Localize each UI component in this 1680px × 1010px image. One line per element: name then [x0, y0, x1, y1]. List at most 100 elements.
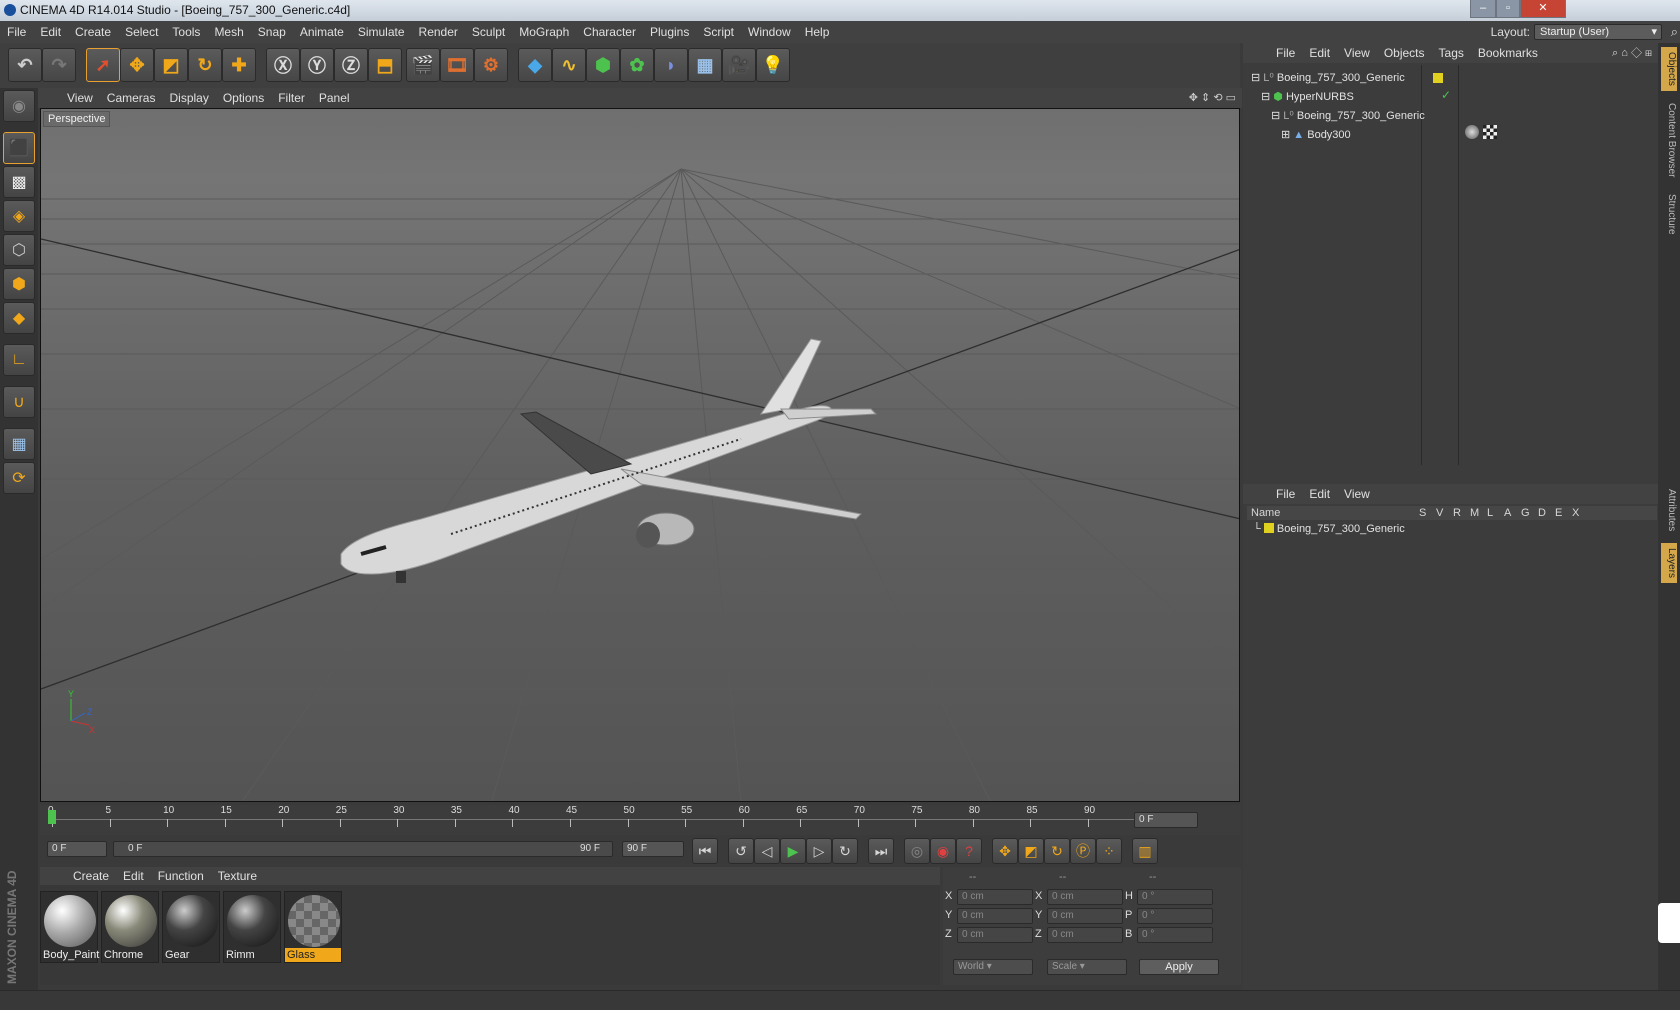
layer-column-header[interactable]: X [1572, 506, 1579, 520]
z-axis-lock-icon[interactable]: Ⓩ [334, 48, 368, 82]
material-gear[interactable]: Gear [162, 891, 220, 963]
material-body-paint[interactable]: Body_Paint [40, 891, 99, 963]
key-scale-icon[interactable]: ◩ [1018, 838, 1044, 864]
move-icon[interactable]: ✥ [120, 48, 154, 82]
material-menu-function[interactable]: Function [151, 867, 211, 885]
menu-simulate[interactable]: Simulate [351, 21, 412, 43]
go-to-end-icon[interactable]: ⏭ [868, 838, 894, 864]
key-pla-icon[interactable]: ⁘ [1096, 838, 1122, 864]
objects-menu-edit[interactable]: Edit [1302, 43, 1337, 63]
layer-color-swatch[interactable] [1433, 73, 1443, 83]
tab-structure[interactable]: Structure [1661, 189, 1677, 239]
objects-menu-tags[interactable]: Tags [1432, 43, 1471, 63]
coord-value-field[interactable]: 0 cm [1047, 908, 1123, 924]
playhead-marker[interactable] [48, 810, 56, 824]
menu-window[interactable]: Window [741, 21, 798, 43]
layer-column-header[interactable]: E [1555, 506, 1562, 520]
menu-character[interactable]: Character [576, 21, 643, 43]
layer-column-header[interactable]: R [1453, 506, 1461, 520]
object-manager-nav-icons[interactable]: ⌕ ⌂ ◇ ⊞ [1612, 43, 1652, 63]
coord-value-field[interactable]: 0 ° [1137, 927, 1213, 943]
workplane-mode-icon[interactable]: ◈ [3, 200, 35, 232]
next-key-icon[interactable]: ↻ [832, 838, 858, 864]
record-keys-icon[interactable]: ◎ [904, 838, 930, 864]
preview-range-slider[interactable]: 0 F 90 F [113, 841, 613, 857]
light-icon[interactable]: 💡 [756, 48, 790, 82]
texture-mode-icon[interactable]: ▩ [3, 166, 35, 198]
material-glass[interactable]: Glass [284, 891, 342, 963]
live-selection-icon[interactable]: ➚ [86, 48, 120, 82]
spline-pen-icon[interactable]: ∿ [552, 48, 586, 82]
tab-objects[interactable]: Objects [1661, 47, 1677, 91]
render-view-icon[interactable]: 🎬 [406, 48, 440, 82]
locked-workplane-icon[interactable]: ⟳ [3, 462, 35, 494]
tree-item-boeing-root[interactable]: ⊟ L⁰ Boeing_757_300_Generic [1251, 69, 1405, 87]
menu-file[interactable]: File [0, 21, 33, 43]
perspective-viewport[interactable]: Y X Z Perspective [40, 108, 1240, 802]
viewport-menu-options[interactable]: Options [216, 88, 271, 108]
array-icon[interactable]: ✿ [620, 48, 654, 82]
search-icon[interactable]: ⌕ [1671, 21, 1678, 43]
key-position-icon[interactable]: ✥ [992, 838, 1018, 864]
viewport-menu-filter[interactable]: Filter [271, 88, 312, 108]
rotate-icon[interactable]: ↻ [188, 48, 222, 82]
cube-icon[interactable]: ◆ [518, 48, 552, 82]
x-axis-lock-icon[interactable]: Ⓧ [266, 48, 300, 82]
layer-column-header[interactable]: L [1487, 506, 1493, 520]
objects-menu-bookmarks[interactable]: Bookmarks [1471, 43, 1545, 63]
y-axis-lock-icon[interactable]: Ⓨ [300, 48, 334, 82]
material-menu-create[interactable]: Create [66, 867, 116, 885]
coordinate-system-dropdown[interactable]: World ▾ [953, 959, 1033, 975]
timeline-window-icon[interactable]: ▥ [1132, 838, 1158, 864]
next-frame-icon[interactable]: ▷ [806, 838, 832, 864]
viewport-nav-icons[interactable]: ✥ ⇕ ⟲ ▭ [1189, 88, 1236, 108]
menu-help[interactable]: Help [798, 21, 837, 43]
render-settings-icon[interactable]: ⚙ [474, 48, 508, 82]
menu-plugins[interactable]: Plugins [643, 21, 696, 43]
close-button[interactable]: ✕ [1520, 0, 1566, 18]
size-mode-dropdown[interactable]: Scale ▾ [1047, 959, 1127, 975]
enabled-check-icon[interactable]: ✓ [1441, 88, 1451, 102]
key-parameter-icon[interactable]: Ⓟ [1070, 838, 1096, 864]
redo-icon[interactable]: ↷ [42, 48, 76, 82]
menu-edit[interactable]: Edit [33, 21, 68, 43]
floor-icon[interactable]: ▦ [688, 48, 722, 82]
model-mode-icon[interactable]: ⬛ [3, 132, 35, 164]
texture-tag-icon[interactable] [1483, 125, 1497, 139]
layer-column-header[interactable]: S [1419, 506, 1426, 520]
menu-mesh[interactable]: Mesh [207, 21, 250, 43]
menu-select[interactable]: Select [118, 21, 165, 43]
material-tag-icon[interactable] [1465, 125, 1479, 139]
undo-icon[interactable]: ↶ [8, 48, 42, 82]
keyframe-selection-icon[interactable]: ? [956, 838, 982, 864]
layers-menu-file[interactable]: File [1269, 484, 1302, 504]
camera-icon[interactable]: 🎥 [722, 48, 756, 82]
objects-menu-file[interactable]: File [1269, 43, 1302, 63]
menu-create[interactable]: Create [68, 21, 118, 43]
play-icon[interactable]: ▶ [780, 838, 806, 864]
tab-layers[interactable]: Layers [1661, 543, 1677, 583]
viewport-menu-display[interactable]: Display [162, 88, 215, 108]
deformer-icon[interactable]: ◗ [654, 48, 688, 82]
menu-tools[interactable]: Tools [165, 21, 207, 43]
layer-column-header[interactable]: M [1470, 506, 1479, 520]
menu-snap[interactable]: Snap [251, 21, 293, 43]
coord-value-field[interactable]: 0 cm [957, 908, 1033, 924]
tree-item-body300[interactable]: ⊞ ▲ Body300 [1281, 126, 1351, 144]
menu-script[interactable]: Script [696, 21, 741, 43]
menu-mograph[interactable]: MoGraph [512, 21, 576, 43]
autokey-icon[interactable]: ◉ [930, 838, 956, 864]
end-frame-field[interactable]: 90 F [622, 841, 684, 857]
workplane-lock-icon[interactable]: ▦ [3, 428, 35, 460]
go-to-start-icon[interactable]: ⏮ [692, 838, 718, 864]
points-mode-icon[interactable]: ⬡ [3, 234, 35, 266]
menu-render[interactable]: Render [412, 21, 465, 43]
key-rotation-icon[interactable]: ↻ [1044, 838, 1070, 864]
tab-content-browser[interactable]: Content Browser [1661, 95, 1677, 185]
objects-menu-objects[interactable]: Objects [1377, 43, 1432, 63]
nurbs-icon[interactable]: ⬢ [586, 48, 620, 82]
viewport-menu-panel[interactable]: Panel [312, 88, 357, 108]
layer-column-header[interactable]: V [1436, 506, 1443, 520]
minimize-button[interactable]: – [1470, 0, 1496, 18]
tree-item-hypernurbs[interactable]: ⊟ ⬢ HyperNURBS [1261, 88, 1354, 106]
